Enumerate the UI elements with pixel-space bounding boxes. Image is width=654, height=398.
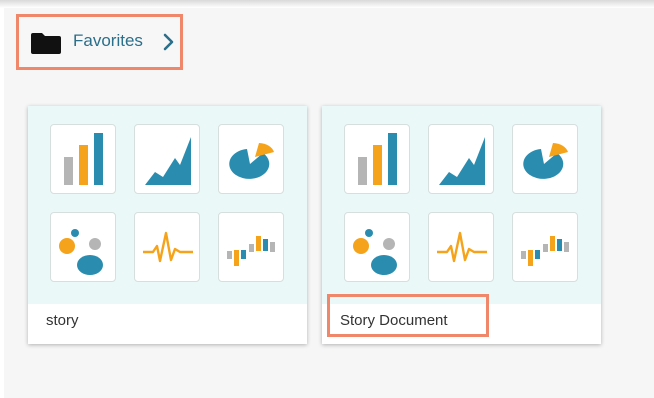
breadcrumb[interactable]: Favorites xyxy=(16,14,183,70)
top-bar-shadow xyxy=(0,0,654,8)
card-title[interactable]: Story Document xyxy=(340,312,448,329)
pulse-icon xyxy=(428,212,494,282)
bar-chart-icon xyxy=(50,124,116,194)
story-document-card[interactable]: Story Document xyxy=(322,106,601,344)
story-document-thumbnail[interactable] xyxy=(322,106,601,304)
bar-chart-icon xyxy=(344,124,410,194)
area-chart-icon xyxy=(134,124,200,194)
pie-chart-icon xyxy=(512,124,578,194)
chevron-right-icon[interactable] xyxy=(162,33,176,51)
breadcrumb-favorites-label[interactable]: Favorites xyxy=(73,31,143,51)
story-thumbnail[interactable] xyxy=(28,106,307,304)
bubble-chart-icon xyxy=(344,212,410,282)
card-title[interactable]: story xyxy=(46,312,79,329)
story-card[interactable]: story xyxy=(28,106,307,344)
bubble-chart-icon xyxy=(50,212,116,282)
folder-icon xyxy=(31,33,61,54)
pulse-icon xyxy=(134,212,200,282)
area-chart-icon xyxy=(428,124,494,194)
waterfall-chart-icon xyxy=(218,212,284,282)
waterfall-chart-icon xyxy=(512,212,578,282)
pie-chart-icon xyxy=(218,124,284,194)
